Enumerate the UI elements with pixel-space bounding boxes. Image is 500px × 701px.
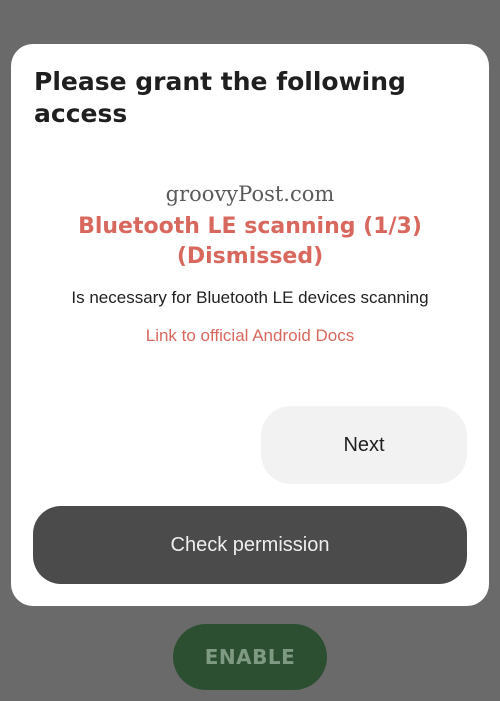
- android-docs-link[interactable]: Link to official Android Docs: [11, 326, 489, 346]
- permission-dialog: Please grant the following access groovy…: [11, 44, 489, 606]
- dialog-title: Please grant the following access: [34, 67, 406, 128]
- permission-title: Bluetooth LE scanning (1/3) (Dismissed): [78, 214, 422, 269]
- watermark: groovyPost.com: [165, 182, 335, 206]
- next-button[interactable]: Next: [261, 406, 467, 484]
- check-permission-button[interactable]: Check permission: [33, 506, 467, 584]
- permission-description: Is necessary for Bluetooth LE devices sc…: [71, 288, 429, 307]
- enable-button: ENABLE: [173, 624, 327, 690]
